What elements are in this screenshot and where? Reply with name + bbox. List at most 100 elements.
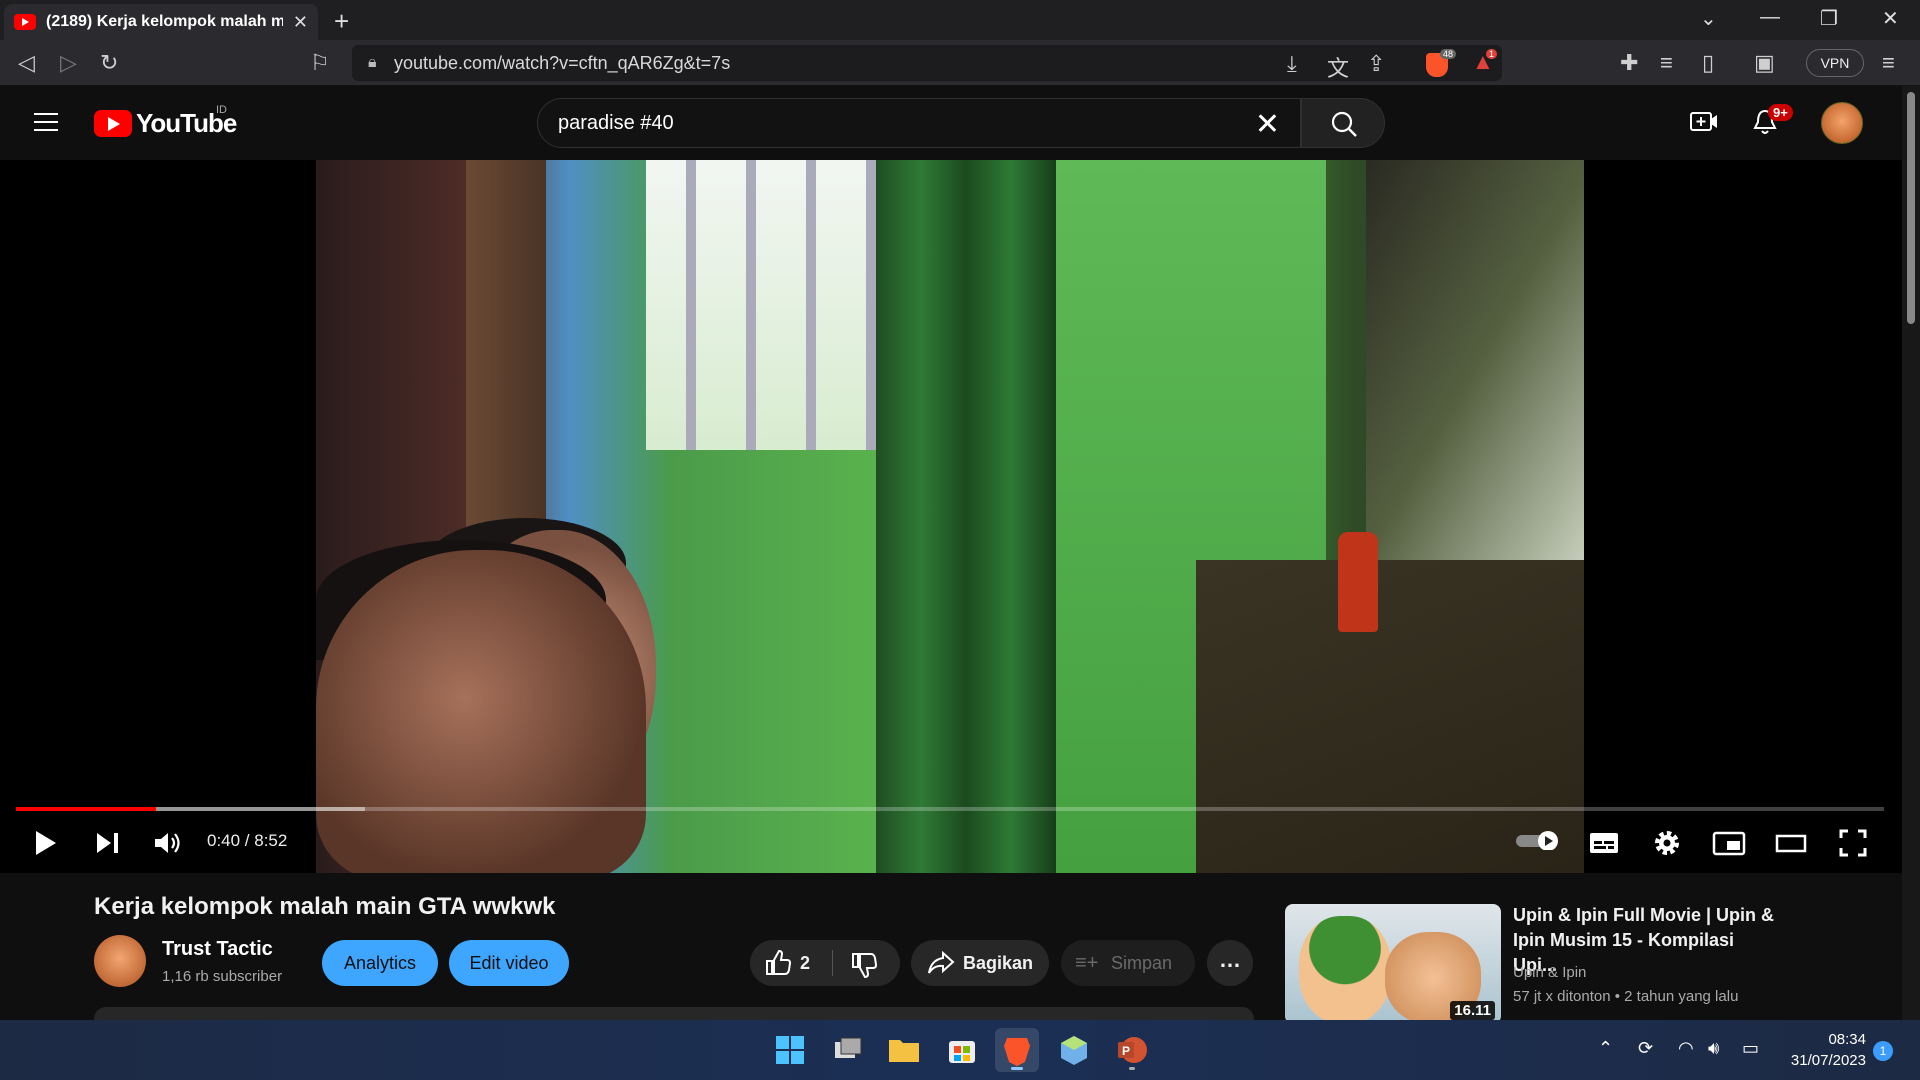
like-dislike-group: 2: [750, 940, 900, 986]
play-icon: [36, 831, 56, 855]
extensions-icon[interactable]: ✚: [1620, 50, 1638, 76]
task-view-icon: [835, 1037, 862, 1058]
svg-text:P: P: [1122, 1044, 1130, 1058]
notification-count-badge[interactable]: 1: [1873, 1041, 1893, 1061]
tab-close-icon[interactable]: ✕: [293, 12, 308, 33]
new-tab-button[interactable]: +: [334, 6, 349, 37]
wifi-icon[interactable]: ◠: [1678, 1038, 1694, 1059]
like-count[interactable]: 2: [800, 940, 810, 986]
brave-taskbar-button[interactable]: [995, 1028, 1039, 1072]
task-view-button[interactable]: [826, 1028, 870, 1072]
scrollbar-thumb[interactable]: [1907, 92, 1915, 324]
battery-icon[interactable]: ▭: [1742, 1038, 1759, 1059]
translate-icon[interactable]: 文: [1327, 51, 1349, 83]
country-code: ID: [216, 104, 227, 116]
video-frame[interactable]: [316, 160, 1584, 873]
powerpoint-taskbar-button[interactable]: P: [1110, 1028, 1154, 1072]
progress-bar[interactable]: [16, 807, 1884, 811]
video-cabinet: [1196, 560, 1584, 873]
video-curtain: [876, 160, 1056, 873]
recommended-thumbnail[interactable]: 16.11: [1285, 904, 1501, 1024]
account-avatar[interactable]: [1821, 102, 1863, 144]
search-input[interactable]: paradise #40: [558, 112, 674, 135]
share-label: Bagikan: [963, 953, 1034, 973]
edit-video-button[interactable]: Edit video: [449, 940, 569, 986]
show-hidden-icons-chevron-icon[interactable]: ⌃: [1598, 1038, 1613, 1059]
powerpoint-icon: P: [1118, 1037, 1147, 1063]
video-bottle: [1338, 532, 1378, 632]
like-icon[interactable]: [764, 950, 792, 976]
system-clock[interactable]: 08:34 31/07/2023: [1782, 1029, 1866, 1071]
active-indicator: [1011, 1067, 1023, 1070]
video-player[interactable]: 0:40 / 8:52: [0, 160, 1902, 873]
back-icon[interactable]: ◁: [18, 50, 35, 76]
file-explorer-button[interactable]: [882, 1028, 926, 1072]
fullscreen-button[interactable]: [1838, 828, 1868, 858]
menu-icon[interactable]: ≡: [1882, 50, 1895, 76]
forward-icon[interactable]: ▷: [60, 50, 77, 76]
channel-name[interactable]: Trust Tactic: [162, 938, 273, 961]
dislike-icon[interactable]: [850, 952, 878, 978]
next-button[interactable]: [94, 828, 122, 858]
recommended-channel[interactable]: Upin & Ipin: [1513, 964, 1586, 981]
clock-time: 08:34: [1828, 1031, 1866, 1048]
address-bar[interactable]: 🔒︎ youtube.com/watch?v=cftn_qAR6Zg&t=7s …: [352, 45, 1502, 81]
youtube-header: YouTube ID paradise #40 ✕ 9+: [0, 86, 1920, 160]
tab-search-chevron-icon[interactable]: ⌄: [1700, 6, 1717, 31]
clear-search-icon[interactable]: ✕: [1255, 107, 1280, 142]
miniplayer-button[interactable]: [1712, 828, 1746, 858]
share-arrow-icon: [928, 951, 955, 974]
store-button[interactable]: [940, 1028, 984, 1072]
more-actions-button[interactable]: …: [1207, 940, 1253, 986]
share-button[interactable]: Bagikan: [911, 940, 1049, 986]
time-display: 0:40 / 8:52: [207, 831, 288, 850]
theater-mode-button[interactable]: [1774, 828, 1808, 858]
autoplay-toggle[interactable]: [1516, 830, 1558, 850]
rewards-count-badge: 1: [1486, 49, 1498, 59]
sync-icon[interactable]: ⟳: [1638, 1038, 1653, 1059]
vpn-button[interactable]: VPN: [1806, 49, 1864, 77]
subtitles-button[interactable]: [1588, 828, 1620, 858]
video-person: [316, 550, 646, 873]
close-window-button[interactable]: ✕: [1882, 6, 1899, 31]
folder-icon: [889, 1040, 919, 1062]
analytics-button[interactable]: Analytics: [322, 940, 438, 986]
browser-tab-bar: (2189) Kerja kelompok malah main GTA wwk…: [0, 0, 1920, 40]
sidebar-icon[interactable]: ▯: [1702, 50, 1714, 76]
create-video-icon[interactable]: [1690, 110, 1718, 134]
lock-icon[interactable]: 🔒︎: [368, 54, 377, 72]
youtube-favicon-icon: [14, 14, 36, 30]
settings-button[interactable]: [1652, 828, 1682, 858]
youtube-logo[interactable]: YouTube: [94, 108, 237, 139]
share-icon[interactable]: ⇪: [1367, 51, 1385, 77]
playlist-add-icon: ≡+: [1075, 952, 1099, 974]
brave-icon: [1004, 1038, 1030, 1066]
page-scrollbar[interactable]: [1902, 86, 1920, 1020]
wallet-icon[interactable]: ▣: [1754, 50, 1775, 76]
bookmark-icon[interactable]: ⚐: [310, 50, 330, 76]
reload-icon[interactable]: ↻: [100, 50, 118, 76]
browser-tab[interactable]: (2189) Kerja kelompok malah main GTA wwk…: [4, 4, 318, 40]
minimize-button[interactable]: —: [1760, 6, 1780, 29]
app-taskbar-button[interactable]: [1052, 1028, 1096, 1072]
playlist-icon[interactable]: ≡: [1660, 50, 1673, 76]
url-text[interactable]: youtube.com/watch?v=cftn_qAR6Zg&t=7s: [394, 53, 730, 74]
cube-app-icon: [1061, 1036, 1087, 1065]
video-details: Kerja kelompok malah main GTA wwkwk Trus…: [0, 873, 1902, 1027]
hamburger-menu-icon[interactable]: [34, 113, 58, 131]
subscriber-count: 1,16 rb subscriber: [162, 968, 283, 985]
play-button[interactable]: [32, 828, 60, 858]
install-icon[interactable]: ⤓: [1287, 51, 1297, 77]
search-icon: [1331, 111, 1357, 137]
channel-avatar[interactable]: [94, 935, 146, 987]
windows-start-icon: [776, 1036, 804, 1064]
search-box[interactable]: paradise #40 ✕: [537, 98, 1301, 148]
search-button[interactable]: [1301, 98, 1385, 148]
speaker-icon[interactable]: 🔊︎: [1708, 1038, 1719, 1059]
start-button[interactable]: [768, 1028, 812, 1072]
restore-button[interactable]: ❐: [1820, 6, 1838, 31]
volume-button[interactable]: [152, 828, 184, 858]
tab-title: (2189) Kerja kelompok malah main GTA wwk…: [46, 13, 283, 30]
save-button[interactable]: ≡+ Simpan: [1061, 940, 1195, 986]
running-indicator: [1129, 1067, 1135, 1070]
